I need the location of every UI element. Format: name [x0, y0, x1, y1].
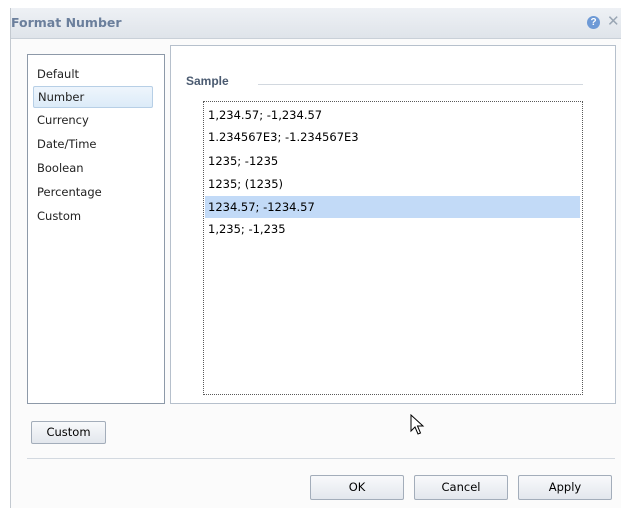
sample-format-item[interactable]: 1,234.57; -1,234.57 — [205, 104, 580, 126]
footer-separator — [27, 458, 615, 459]
close-icon[interactable]: ✕ — [607, 12, 621, 32]
mouse-cursor-icon — [410, 414, 425, 435]
sample-label: Sample — [186, 74, 229, 88]
category-item-default[interactable]: Default — [33, 64, 153, 86]
sample-format-item[interactable]: 1,235; -1,235 — [205, 218, 580, 240]
sample-format-item[interactable]: 1.234567E3; -1.234567E3 — [205, 126, 580, 148]
help-icon[interactable]: ? — [587, 16, 600, 29]
category-item-custom[interactable]: Custom — [33, 206, 153, 228]
category-item-number[interactable]: Number — [33, 86, 153, 108]
dialog-titlebar: Format Number ? ✕ — [11, 8, 621, 39]
category-list: Default Number Currency Date/Time Boolea… — [27, 54, 165, 404]
category-item-currency[interactable]: Currency — [33, 110, 153, 132]
sample-format-item-selected[interactable]: 1234.57; -1234.57 — [205, 196, 580, 218]
sample-panel: Sample 1,234.57; -1,234.57 1.234567E3; -… — [170, 45, 616, 404]
apply-button[interactable]: Apply — [518, 475, 612, 500]
sample-divider — [258, 84, 583, 85]
dialog-title: Format Number — [11, 15, 122, 30]
format-number-dialog: Format Number ? ✕ Default Number Currenc… — [10, 8, 621, 508]
category-item-date-time[interactable]: Date/Time — [33, 134, 153, 156]
sample-format-item[interactable]: 1235; -1235 — [205, 150, 580, 172]
ok-button[interactable]: OK — [310, 475, 404, 500]
sample-format-list: 1,234.57; -1,234.57 1.234567E3; -1.23456… — [203, 101, 583, 395]
category-item-percentage[interactable]: Percentage — [33, 182, 153, 204]
custom-button[interactable]: Custom — [31, 421, 106, 444]
category-item-boolean[interactable]: Boolean — [33, 158, 153, 180]
cancel-button[interactable]: Cancel — [414, 475, 508, 500]
sample-format-item[interactable]: 1235; (1235) — [205, 173, 580, 195]
